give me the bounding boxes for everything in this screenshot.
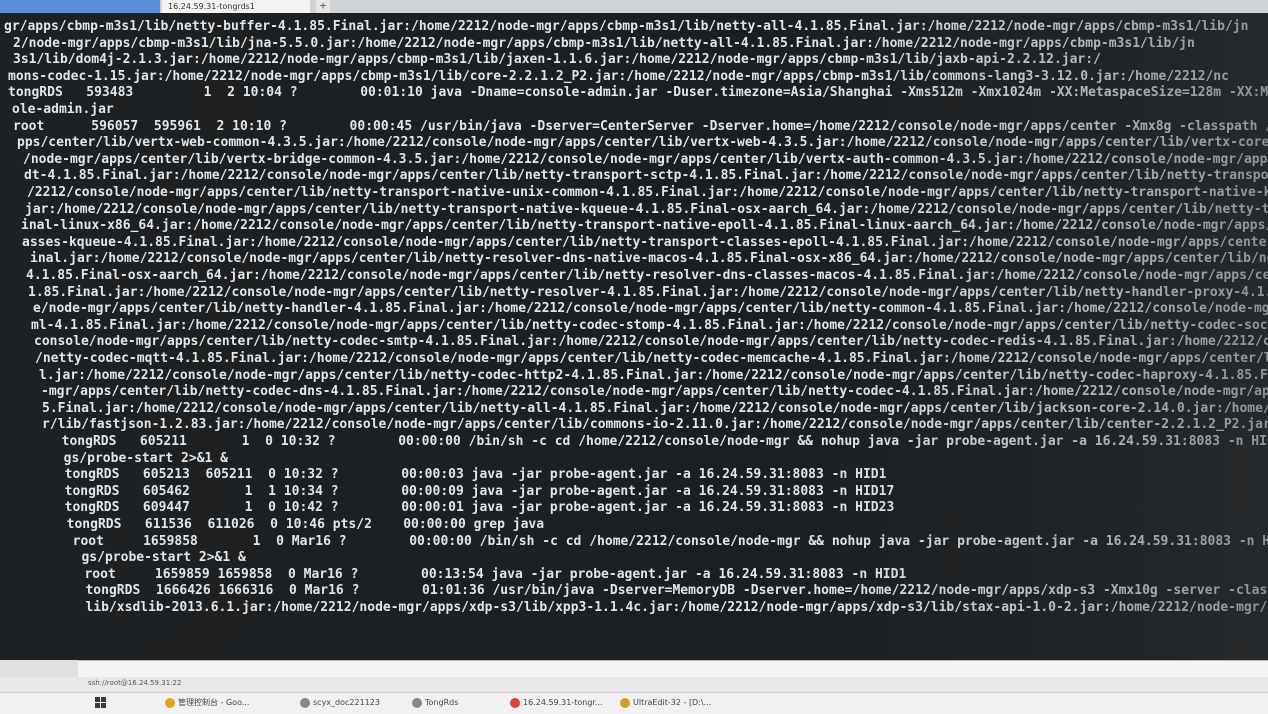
taskbar-item-label: scyx_doc221123 (313, 698, 380, 707)
taskbar-item[interactable]: 16.24.59.31-tongr... (510, 696, 603, 710)
terminal-line: e/node-mgr/apps/center/lib/netty-handler… (33, 301, 1268, 317)
terminal-line: ole-admin.jar (12, 102, 114, 117)
terminal-line: tongRDS 605213 605211 0 10:32 ? 00:00:03… (49, 467, 887, 483)
terminal-line: /2212/console/node-mgr/apps/center/lib/n… (27, 185, 1268, 200)
terminal-line: tongRDS 609447 1 0 10:42 ? 00:00:01 java… (49, 500, 895, 516)
terminal-line: l.jar:/home/2212/console/node-mgr/apps/c… (39, 367, 1268, 383)
status-bar (0, 677, 1268, 692)
terminal-line: 1.85.Final.jar:/home/2212/console/node-m… (28, 284, 1268, 300)
app-icon (510, 697, 520, 708)
taskbar-item[interactable]: scyx_doc221123 (300, 696, 380, 710)
terminal-line: tongRDS 605211 1 0 10:32 ? 00:00:00 /bin… (46, 434, 1268, 449)
taskbar-item[interactable]: UltraEdit-32 - [D:\... (620, 696, 711, 710)
terminal-line: 4.1.85.Final-osx-aarch_64.jar:/home/2212… (26, 268, 1268, 283)
input-bar-left (0, 660, 78, 677)
terminal-line: mons-codec-1.15.jar:/home/2212/node-mgr/… (8, 68, 1229, 84)
terminal-line: root 1659858 1 0 Mar16 ? 00:00:00 /bin/s… (72, 533, 1268, 549)
command-input-bar[interactable] (78, 660, 1268, 678)
screen: 16.24.59.31-tongrds1 + gr/apps/cbmp-m3s1… (0, 0, 1268, 714)
terminal-line: r/lib/fastjson-1.2.83.jar:/home/2212/con… (42, 417, 1268, 433)
terminal-line: /node-mgr/apps/center/lib/vertx-bridge-c… (23, 151, 1268, 167)
terminal-line: gs/probe-start 2>&1 & (58, 550, 246, 566)
app-icon (412, 697, 422, 708)
terminal-line: inal-linux-x86_64.jar:/home/2212/console… (21, 218, 1268, 234)
terminal-line: tongRDS 1666426 1666316 0 Mar16 ? 01:01:… (85, 583, 1268, 599)
terminal-output[interactable]: gr/apps/cbmp-m3s1/lib/netty-buffer-4.1.8… (0, 13, 1268, 660)
terminal-line: 2/node-mgr/apps/cbmp-m3s1/lib/jna-5.5.0.… (13, 35, 1195, 51)
app-icon (300, 697, 310, 708)
terminal-line: dt-4.1.85.Final.jar:/home/2212/console/n… (24, 168, 1268, 184)
terminal-line: console/node-mgr/apps/center/lib/netty-c… (34, 334, 1268, 350)
tab-previous-session[interactable] (0, 0, 160, 13)
terminal-line: 3s1/lib/dom4j-2.1.3.jar:/home/2212/node-… (13, 52, 1101, 68)
taskbar-item-label: 管理控制台 - Goo... (178, 698, 250, 707)
terminal-line: 5.Final.jar:/home/2212/console/node-mgr/… (42, 400, 1268, 416)
terminal-line: asses-kqueue-4.1.85.Final.jar:/home/2212… (22, 234, 1268, 250)
terminal-line: gr/apps/cbmp-m3s1/lib/netty-buffer-4.1.8… (4, 19, 1249, 34)
new-tab-button[interactable]: + (316, 0, 330, 13)
terminal-line: tongRDS 611536 611026 0 10:46 pts/2 00:0… (51, 517, 545, 532)
terminal-line: gs/probe-start 2>&1 & (48, 450, 229, 466)
tab-active-session[interactable]: 16.24.59.31-tongrds1 (162, 0, 310, 13)
taskbar-item[interactable]: 管理控制台 - Goo... (165, 696, 249, 710)
terminal-line: root 1659859 1659858 0 Mar16 ? 00:13:54 … (61, 566, 907, 582)
connection-status: ssh://root@16.24.59.31:22 (88, 679, 182, 687)
tab-bar: 16.24.59.31-tongrds1 + (0, 0, 1268, 13)
windows-start-icon[interactable] (95, 697, 107, 709)
terminal-line: root 596057 595961 2 10:10 ? 00:00:45 /u… (13, 118, 1268, 134)
terminal-line: pps/center/lib/vertx-web-common-4.3.5.ja… (17, 135, 1268, 151)
terminal-line: /netty-codec-mqtt-4.1.85.Final.jar:/home… (35, 351, 1268, 366)
app-icon (620, 697, 630, 708)
terminal-line: ml-4.1.85.Final.jar:/home/2212/console/n… (31, 317, 1268, 333)
taskbar-item-label: UltraEdit-32 - [D:\... (633, 698, 712, 707)
terminal-line: tongRDS 605462 1 1 10:34 ? 00:00:09 java… (49, 483, 895, 499)
taskbar-item[interactable]: TongRds (412, 696, 458, 710)
taskbar-item-label: TongRds (425, 698, 459, 707)
terminal-line: inal.jar:/home/2212/console/node-mgr/app… (30, 251, 1268, 267)
terminal-line: tongRDS 593483 1 2 10:04 ? 00:01:10 java… (8, 85, 1268, 101)
terminal-line: jar:/home/2212/console/node-mgr/apps/cen… (25, 201, 1268, 217)
terminal-line: lib/xsdlib-2013.6.1.jar:/home/2212/node-… (85, 600, 1268, 615)
terminal-line: -mgr/apps/center/lib/netty-codec-dns-4.1… (41, 384, 1268, 400)
app-icon (165, 697, 175, 708)
taskbar-item-label: 16.24.59.31-tongr... (523, 698, 603, 707)
